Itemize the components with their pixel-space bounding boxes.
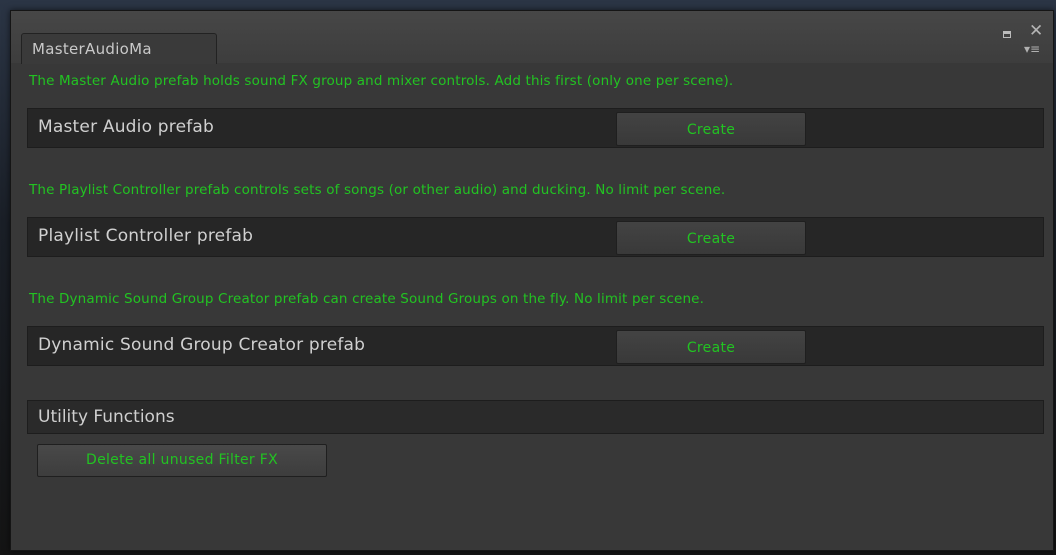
editor-window: MasterAudioMa ✕ ▾≡ The Master Audio pref… xyxy=(10,10,1054,551)
dynamic-sound-group-label: Dynamic Sound Group Creator prefab xyxy=(38,335,366,355)
playlist-controller-info: The Playlist Controller prefab controls … xyxy=(29,182,726,198)
utility-functions-label: Utility Functions xyxy=(38,407,175,427)
create-playlist-controller-button[interactable]: Create xyxy=(616,221,806,255)
playlist-controller-label: Playlist Controller prefab xyxy=(38,226,254,246)
window-tab[interactable]: MasterAudioMa xyxy=(21,33,217,64)
maximize-icon[interactable] xyxy=(1003,31,1011,38)
window-content: The Master Audio prefab holds sound FX g… xyxy=(11,63,1053,552)
tab-menu-icon[interactable]: ▾≡ xyxy=(1024,42,1040,56)
master-audio-info: The Master Audio prefab holds sound FX g… xyxy=(29,73,734,89)
close-icon[interactable]: ✕ xyxy=(1029,23,1043,40)
utility-functions-header: Utility Functions xyxy=(27,400,1044,434)
create-master-audio-button[interactable]: Create xyxy=(616,112,806,146)
dynamic-sound-group-info: The Dynamic Sound Group Creator prefab c… xyxy=(29,291,705,307)
master-audio-row: Master Audio prefab Create xyxy=(27,108,1044,148)
create-dynamic-sound-group-button[interactable]: Create xyxy=(616,330,806,364)
playlist-controller-row: Playlist Controller prefab Create xyxy=(27,217,1044,257)
dynamic-sound-group-row: Dynamic Sound Group Creator prefab Creat… xyxy=(27,326,1044,366)
master-audio-label: Master Audio prefab xyxy=(38,117,215,137)
delete-unused-filter-fx-button[interactable]: Delete all unused Filter FX xyxy=(37,444,327,477)
window-titlebar: MasterAudioMa ✕ ▾≡ xyxy=(11,11,1053,64)
